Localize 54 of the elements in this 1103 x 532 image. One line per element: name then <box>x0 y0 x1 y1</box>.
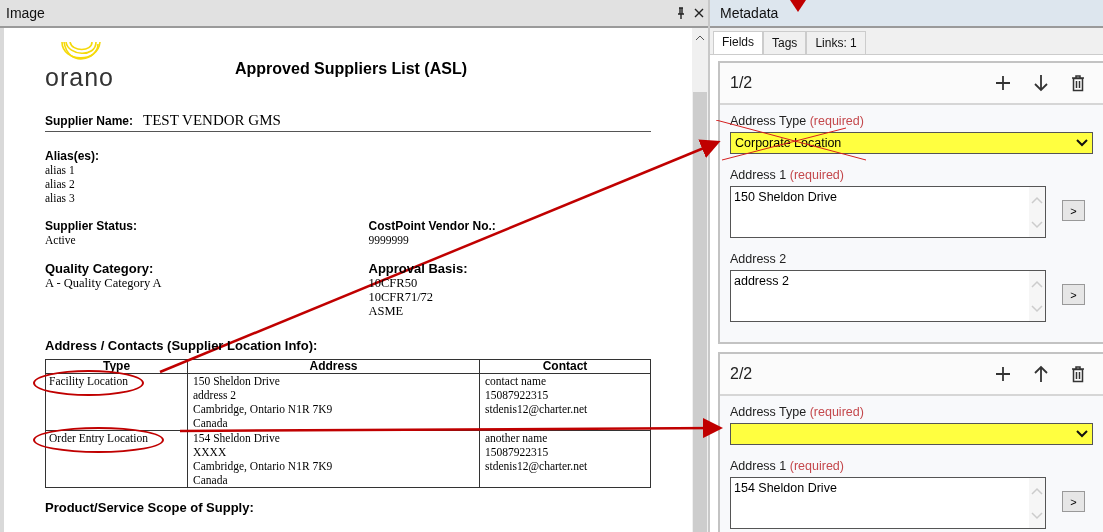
panel-title: Metadata <box>720 5 779 21</box>
marker-triangle <box>790 0 806 12</box>
alias-text: alias 2 <box>45 177 76 191</box>
field-label: Alias(es): <box>45 149 101 163</box>
chevron-down-icon <box>1076 139 1088 147</box>
column-header: Contact <box>479 359 651 374</box>
arrow-down-icon[interactable] <box>1033 74 1049 92</box>
tab[interactable]: Links: 1 <box>806 31 866 54</box>
field-label: Supplier Status: <box>45 219 138 233</box>
address-type-dropdown[interactable] <box>730 423 1093 445</box>
chevron-down-icon <box>1076 430 1088 438</box>
expand-button[interactable]: > <box>1062 200 1085 221</box>
field-label: Address Type (required) <box>730 405 865 419</box>
arrow-up-icon[interactable] <box>1033 365 1049 383</box>
table-cell: 154 Sheldon Drive XXXX Cambridge, Ontario N1R 7K9 Canada <box>187 430 480 488</box>
close-icon[interactable] <box>694 8 704 18</box>
alias-text: alias 1 <box>45 163 76 177</box>
document-title: Approved Suppliers List (ASL) <box>235 60 467 79</box>
scroll-up-icon[interactable] <box>695 34 705 42</box>
record-counter: 1/2 <box>730 74 754 92</box>
panel-title: Image <box>6 5 46 21</box>
field-value: 10CFR71/72 <box>368 290 435 304</box>
field-value: 9999999 <box>368 233 410 247</box>
add-icon[interactable] <box>995 366 1011 382</box>
field-label: Address 1 (required) <box>730 168 845 182</box>
scroll-thumb[interactable] <box>693 92 707 532</box>
field-value: Active <box>45 233 77 247</box>
scrollbar[interactable] <box>692 28 708 532</box>
field-label: CostPoint Vendor No.: <box>368 219 497 233</box>
column-header: Address <box>187 359 480 374</box>
section-heading: Address / Contacts (Supplier Location Info): <box>45 338 319 353</box>
logo-text: orano <box>45 64 114 90</box>
record-counter: 2/2 <box>730 365 754 383</box>
section-heading: Product/Service Scope of Supply: <box>45 500 255 515</box>
add-icon[interactable] <box>995 75 1011 91</box>
column-header: Type <box>45 359 188 374</box>
expand-button[interactable]: > <box>1062 491 1085 512</box>
tab[interactable]: Tags <box>763 31 807 54</box>
field-label: Address 2 <box>730 252 788 266</box>
field-value: ASME <box>368 304 405 318</box>
pin-icon[interactable] <box>676 7 686 19</box>
expand-button[interactable]: > <box>1062 284 1085 305</box>
field-label: Address 1 (required) <box>730 459 845 473</box>
trash-icon[interactable] <box>1071 365 1085 383</box>
field-value: A - Quality Category A <box>45 276 163 290</box>
field-label: Quality Category: <box>45 261 155 276</box>
trash-icon[interactable] <box>1071 74 1085 92</box>
field-label: Supplier Name: <box>45 114 134 128</box>
supplier-name: TEST VENDOR GMS <box>143 112 281 129</box>
table-cell: another name 15087922315 stdenis12@charter.net <box>479 430 651 488</box>
location-type: Order Entry Location <box>33 427 164 453</box>
alias-text: alias 3 <box>45 191 76 205</box>
field-label: Address Type (required) <box>730 114 865 128</box>
tab[interactable]: Fields <box>713 31 763 54</box>
